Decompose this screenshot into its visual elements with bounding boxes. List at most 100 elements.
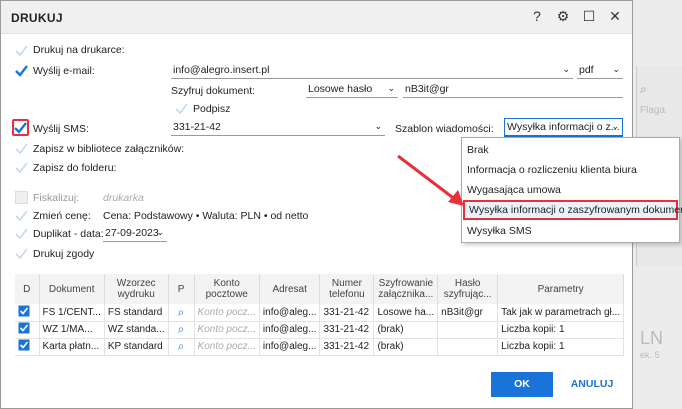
fiscalize-checkbox bbox=[15, 191, 28, 204]
cell-params[interactable]: Liczba kopii: 1 bbox=[497, 338, 625, 356]
column-header[interactable]: P bbox=[168, 274, 195, 304]
cell-mail-account[interactable]: Konto pocz... bbox=[194, 321, 260, 339]
row-checkbox[interactable] bbox=[15, 321, 40, 339]
password-value: nB3it@gr bbox=[405, 83, 449, 95]
search-icon[interactable]: ⌕ bbox=[168, 304, 195, 322]
print-checkbox[interactable] bbox=[15, 44, 28, 57]
checkbox-checked-icon bbox=[18, 339, 30, 351]
column-header[interactable]: Szyfrowanie załącznika... bbox=[373, 274, 439, 304]
checkbox-checked-icon bbox=[18, 305, 30, 317]
chevron-down-icon: ⌄ bbox=[156, 227, 164, 237]
save-folder-checkbox[interactable] bbox=[15, 161, 28, 174]
change-price-checkbox[interactable] bbox=[15, 209, 28, 222]
attach-lib-checkbox[interactable] bbox=[15, 142, 28, 155]
dropdown-item-sms[interactable]: Wysyłka SMS bbox=[462, 221, 679, 241]
price-value: Cena: Podstawowy • Waluta: PLN • od nett… bbox=[103, 210, 309, 222]
background-label: Flaga bbox=[640, 105, 666, 116]
cell-document: FS 1/CENT... bbox=[39, 304, 105, 322]
cell-mail-account[interactable]: Konto pocz... bbox=[194, 338, 260, 356]
close-icon[interactable]: ✕ bbox=[605, 8, 625, 25]
cell-password[interactable]: nB3it@gr bbox=[437, 304, 499, 322]
column-header[interactable]: Numer telefonu bbox=[319, 274, 375, 304]
column-header[interactable]: D bbox=[15, 274, 40, 304]
dialog-title: DRUKUJ bbox=[11, 11, 63, 25]
dropdown-item-expiring-contract[interactable]: Wygasająca umowa bbox=[462, 180, 679, 200]
format-select[interactable]: pdf ⌄ bbox=[577, 62, 623, 79]
cell-params[interactable]: Tak jak w parametrach gł... bbox=[497, 304, 625, 322]
search-icon[interactable]: ⌕ bbox=[168, 338, 195, 356]
password-input[interactable]: nB3it@gr bbox=[403, 81, 623, 98]
sms-label: Wyślij SMS: bbox=[33, 123, 89, 135]
chevron-down-icon: ⌄ bbox=[562, 64, 570, 74]
chevron-down-icon: ⌄ bbox=[374, 121, 382, 131]
cell-template[interactable]: KP standard bbox=[104, 338, 169, 356]
settings-icon[interactable]: ⚙ bbox=[553, 8, 573, 25]
fiscalize-label: Fiskalizuj: bbox=[33, 192, 80, 204]
row-checkbox[interactable] bbox=[15, 338, 40, 356]
template-select[interactable]: Wysyłka informacji o z... ⌄ bbox=[504, 118, 623, 137]
sign-checkbox[interactable] bbox=[175, 102, 188, 115]
fiscalize-value: drukarka bbox=[103, 192, 144, 204]
maximize-icon[interactable]: ☐ bbox=[579, 8, 599, 25]
template-dropdown-list: Brak Informacja o rozliczeniu klienta bi… bbox=[461, 137, 682, 243]
cell-document: WZ 1/MA... bbox=[39, 321, 105, 339]
cell-recipient[interactable]: info@aleg... bbox=[259, 321, 321, 339]
column-header[interactable]: Parametry bbox=[497, 274, 625, 304]
attach-lib-label: Zapisz w bibliotece załączników: bbox=[33, 143, 185, 155]
cell-mail-account[interactable]: Konto pocz... bbox=[194, 304, 260, 322]
cell-phone[interactable]: 331-21-42 bbox=[319, 304, 375, 322]
cell-phone[interactable]: 331-21-42 bbox=[319, 338, 375, 356]
ok-button[interactable]: OK bbox=[491, 372, 553, 397]
dropdown-item-info-settlement[interactable]: Informacja o rozliczeniu klienta biura bbox=[462, 160, 679, 180]
email-value: info@alegro.insert.pl bbox=[173, 64, 270, 76]
column-header[interactable]: Konto pocztowe bbox=[194, 274, 260, 304]
table-row[interactable]: WZ 1/MA... WZ standa... ⌕ Konto pocz... … bbox=[15, 321, 625, 339]
consent-checkbox[interactable] bbox=[15, 247, 28, 260]
duplicate-date-value: 27-09-2023 bbox=[105, 227, 159, 239]
help-icon[interactable]: ? bbox=[527, 8, 547, 24]
dropdown-item-encrypted-doc[interactable]: Wysyłka informacji o zaszyfrowanym dokum… bbox=[463, 200, 682, 220]
template-value: Wysyłka informacji o z... bbox=[507, 121, 620, 133]
titlebar: DRUKUJ ? ⚙ ☐ ✕ bbox=[1, 1, 632, 34]
print-label: Drukuj na drukarce: bbox=[33, 44, 125, 56]
cell-password[interactable] bbox=[437, 338, 499, 356]
sms-input[interactable]: 331-21-42 ⌄ bbox=[171, 119, 385, 136]
column-header[interactable]: Hasło szyfrując... bbox=[437, 274, 499, 304]
chevron-down-icon: ⌄ bbox=[611, 121, 619, 131]
duplicate-date-input[interactable]: 27-09-2023 ⌄ bbox=[103, 225, 167, 242]
change-price-label: Zmień cenę: bbox=[33, 210, 91, 222]
cell-encryption[interactable]: (brak) bbox=[373, 338, 439, 356]
duplicate-label: Duplikat - data: bbox=[33, 228, 104, 240]
dropdown-item-brak[interactable]: Brak bbox=[462, 140, 679, 160]
cell-recipient[interactable]: info@aleg... bbox=[259, 304, 321, 322]
email-checkbox[interactable] bbox=[15, 64, 28, 77]
email-input[interactable]: info@alegro.insert.pl ⌄ bbox=[171, 62, 573, 79]
search-icon[interactable]: ⌕ bbox=[168, 321, 195, 339]
cell-encryption[interactable]: Losowe ha... bbox=[373, 304, 439, 322]
duplicate-checkbox[interactable] bbox=[15, 227, 28, 240]
format-value: pdf bbox=[579, 64, 594, 76]
background-search-icon: ⌕ bbox=[640, 82, 647, 96]
cell-template[interactable]: WZ standa... bbox=[104, 321, 169, 339]
consent-label: Drukuj zgody bbox=[33, 248, 95, 260]
chevron-down-icon: ⌄ bbox=[612, 64, 620, 74]
row-checkbox[interactable] bbox=[15, 304, 40, 322]
cell-template[interactable]: FS standard bbox=[104, 304, 169, 322]
sms-checkbox[interactable] bbox=[14, 121, 27, 134]
table-row[interactable]: Karta płatn... KP standard ⌕ Konto pocz.… bbox=[15, 338, 625, 356]
column-header[interactable]: Adresat bbox=[259, 274, 321, 304]
cell-params[interactable]: Liczba kopii: 1 bbox=[497, 321, 625, 339]
table-row[interactable]: FS 1/CENT... FS standard ⌕ Konto pocz...… bbox=[15, 304, 625, 322]
sms-value: 331-21-42 bbox=[173, 121, 221, 133]
cell-phone[interactable]: 331-21-42 bbox=[319, 321, 375, 339]
encrypt-label: Szyfruj dokument: bbox=[171, 85, 256, 97]
column-header[interactable]: Dokument bbox=[39, 274, 105, 304]
cell-recipient[interactable]: info@aleg... bbox=[259, 338, 321, 356]
cancel-button[interactable]: ANULUJ bbox=[567, 372, 617, 397]
encrypt-select[interactable]: Losowe hasło ⌄ bbox=[306, 81, 398, 98]
table-header-row: D Dokument Wzorzec wydruku P Konto poczt… bbox=[15, 274, 625, 304]
column-header[interactable]: Wzorzec wydruku bbox=[104, 274, 169, 304]
cell-document: Karta płatn... bbox=[39, 338, 105, 356]
cell-password[interactable] bbox=[437, 321, 499, 339]
cell-encryption[interactable]: (brak) bbox=[373, 321, 439, 339]
